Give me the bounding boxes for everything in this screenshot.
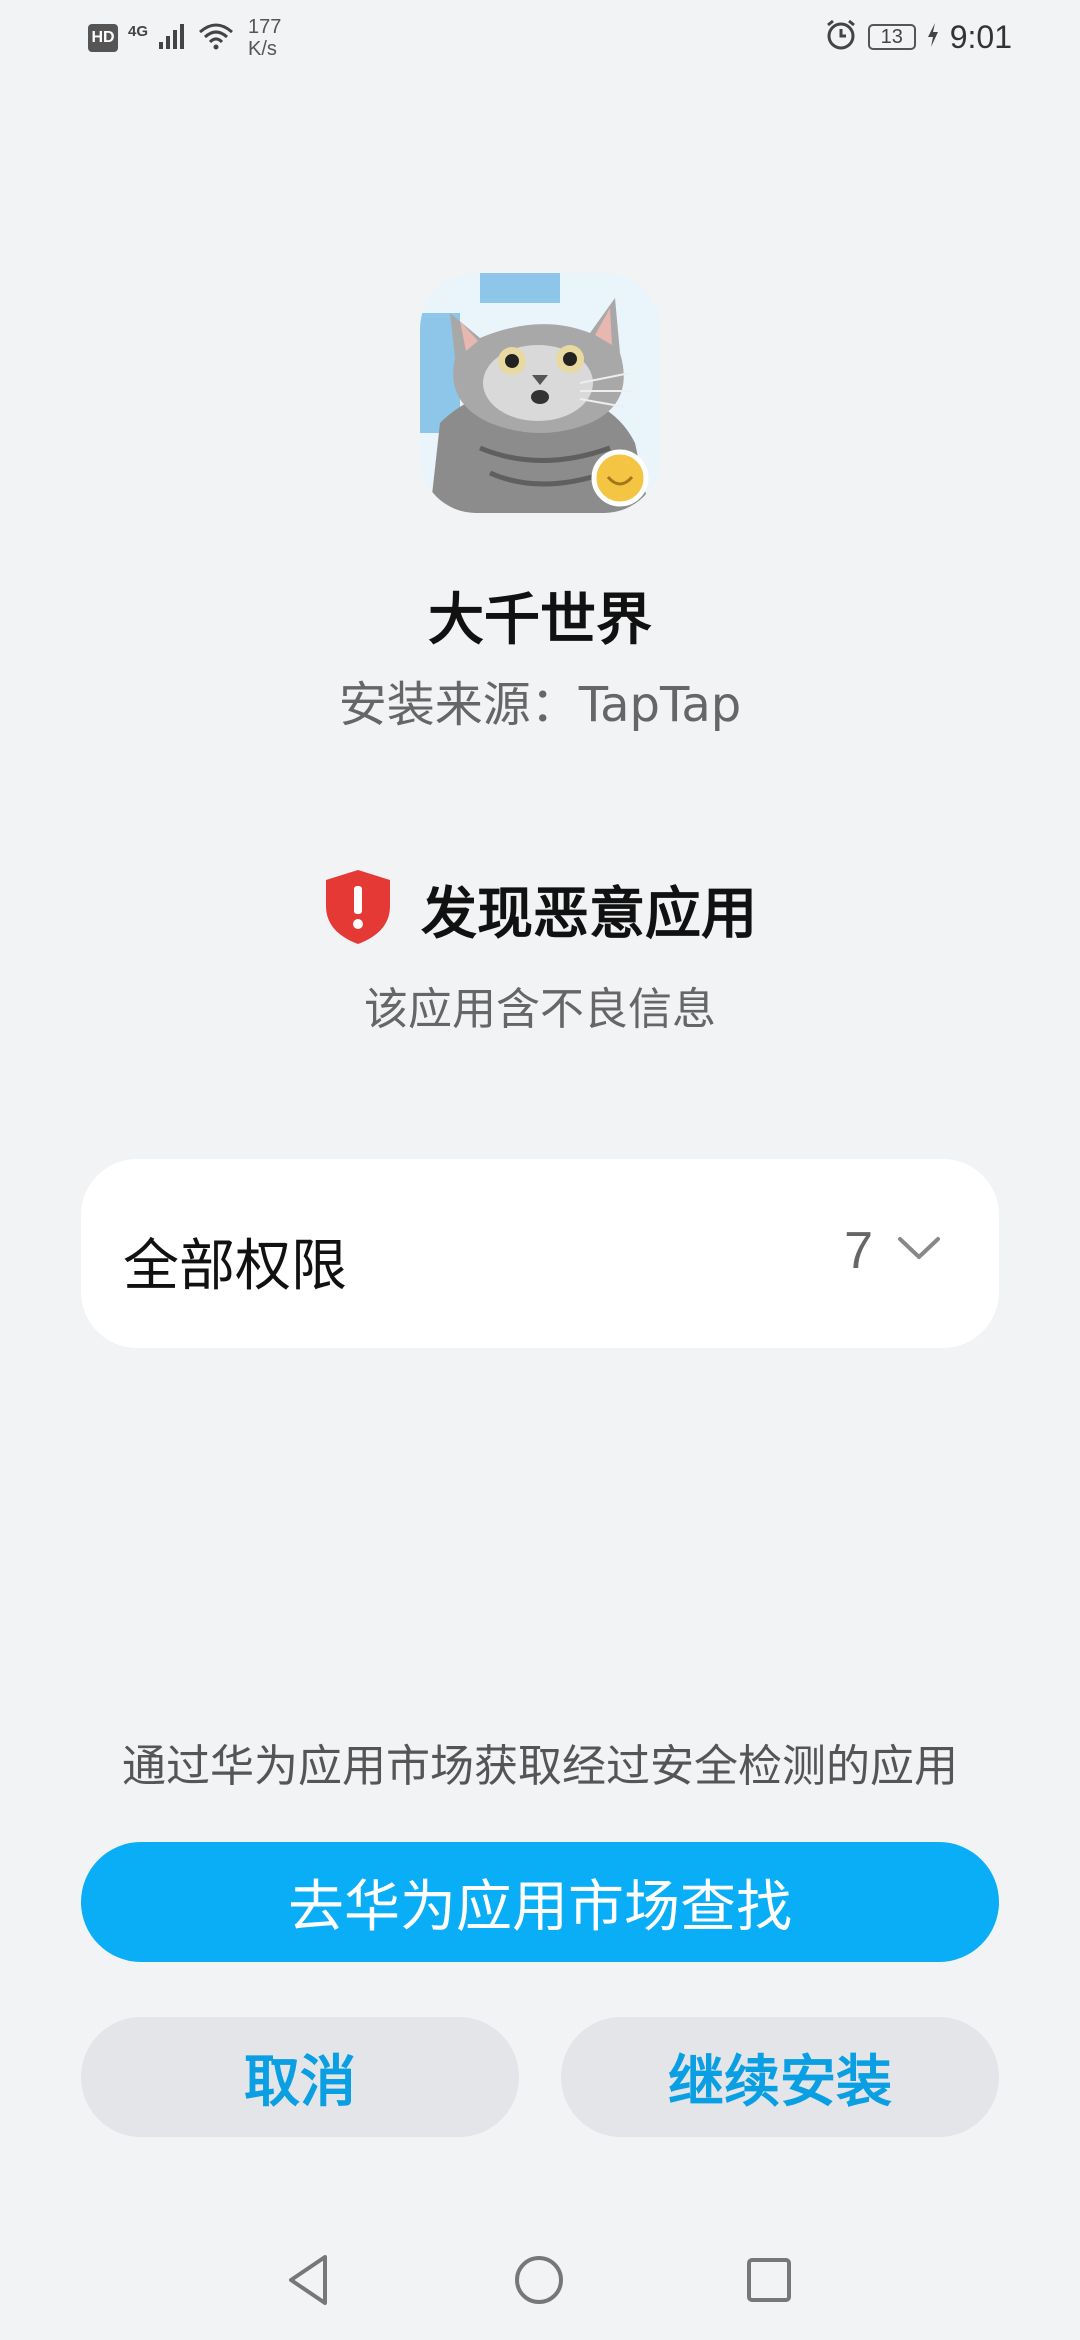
shield-alert-icon <box>323 868 393 950</box>
charging-icon <box>926 22 940 52</box>
permissions-row[interactable]: 全部权限 7 <box>81 1159 999 1348</box>
install-source: 安装来源：TapTap <box>338 677 742 733</box>
status-right: 13 9:01 <box>824 18 1012 56</box>
speed-unit: K/s <box>248 38 277 60</box>
market-hint: 通过华为应用市场获取经过安全检测的应用 <box>122 1741 958 1792</box>
permissions-label: 全部权限 <box>123 1234 347 1299</box>
malware-warning: 发现恶意应用 <box>0 868 1080 950</box>
speed-value: 177 <box>248 16 282 38</box>
cancel-button[interactable]: 取消 <box>81 2017 519 2137</box>
alarm-icon <box>824 18 858 56</box>
back-icon[interactable] <box>279 2250 339 2310</box>
app-icon <box>420 273 660 513</box>
warning-title: 发现恶意应用 <box>421 881 757 947</box>
find-in-market-button[interactable]: 去华为应用市场查找 <box>81 1842 999 1962</box>
permissions-count: 7 <box>844 1222 873 1280</box>
recents-icon[interactable] <box>739 2250 799 2310</box>
app-name: 大千世界 <box>428 588 652 653</box>
warning-description: 该应用含不良信息 <box>364 984 716 1035</box>
clock: 9:01 <box>949 18 1012 55</box>
chevron-down-icon <box>897 1235 941 1267</box>
network-type: 4G <box>128 22 149 40</box>
status-left: HD 4G 177 K/s <box>88 16 281 60</box>
continue-install-button[interactable]: 继续安装 <box>561 2017 999 2137</box>
wifi-icon <box>198 22 234 54</box>
network-speed: 177 K/s <box>248 16 281 60</box>
signal-icon <box>158 22 188 54</box>
battery-icon: 13 <box>867 24 916 50</box>
hd-icon: HD <box>88 24 118 52</box>
home-icon[interactable] <box>509 2250 569 2310</box>
navigation-bar <box>0 2240 1080 2320</box>
status-bar: HD 4G 177 K/s 13 9:01 <box>0 0 1080 80</box>
